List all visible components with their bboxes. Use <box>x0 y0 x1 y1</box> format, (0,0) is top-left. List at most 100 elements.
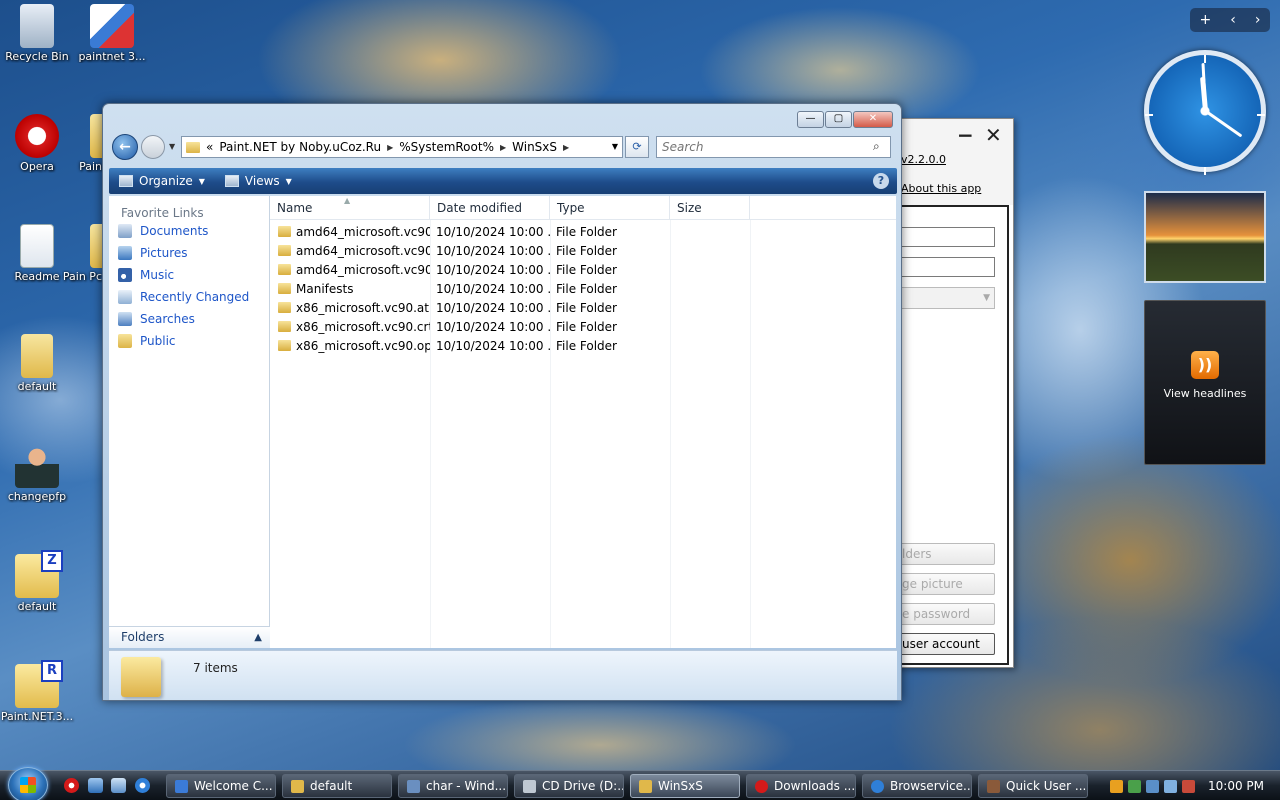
document-icon <box>20 224 54 268</box>
version-link[interactable]: v2.2.0.0 <box>901 153 946 166</box>
desktop-icon-paint-pc-partial[interactable]: Pain Pc <box>62 224 110 283</box>
zip-folder-icon: Z <box>15 550 63 598</box>
start-button[interactable] <box>8 767 48 800</box>
desktop-icon-recycle-bin[interactable]: Recycle Bin <box>0 4 77 63</box>
taskbar-button-char[interactable]: char - Wind... <box>398 774 508 798</box>
fullname-field[interactable] <box>893 257 995 277</box>
taskbar-button-welcome[interactable]: Welcome C... <box>166 774 276 798</box>
address-bar[interactable]: « Paint.NET by Noby.uCoz.Ru ▶ %SystemRoo… <box>181 136 623 158</box>
clock-time[interactable]: 10:00 PM <box>1208 779 1264 793</box>
taskbar-button-cd-drive[interactable]: CD Drive (D:... <box>514 774 624 798</box>
breadcrumb-separator-icon[interactable]: ▶ <box>387 143 393 152</box>
forward-button[interactable] <box>141 135 165 159</box>
recent-pages-dropdown[interactable]: ▼ <box>169 142 175 151</box>
file-row[interactable]: amd64_microsoft.vc90... 10/10/2024 10:00 … <box>270 260 896 279</box>
next-gadget-button[interactable]: › <box>1255 12 1261 28</box>
username-field[interactable] <box>893 227 995 247</box>
nav-link-public[interactable]: Public <box>109 330 269 352</box>
desktop-icon-paint-partial[interactable]: Pain <box>62 114 110 173</box>
help-button[interactable]: ? <box>873 173 889 189</box>
pictures-icon <box>118 246 132 260</box>
show-desktop-icon[interactable] <box>88 778 103 793</box>
dialog-header: − ✕ v2.2.0.0 About this app <box>893 119 1013 205</box>
about-link[interactable]: About this app <box>901 182 981 195</box>
nav-link-pictures[interactable]: Pictures <box>109 242 269 264</box>
folder-icon <box>278 245 291 256</box>
desktop-icon-changepfp[interactable]: changepfp <box>0 444 77 503</box>
nav-link-music[interactable]: Music <box>109 264 269 286</box>
address-dropdown-icon[interactable]: ▼ <box>612 142 618 151</box>
column-type[interactable]: Type <box>550 196 670 220</box>
desktop-icon-paintnet[interactable]: paintnet 3... <box>72 4 152 63</box>
desktop-icon-paintnet-installer[interactable]: R Paint.NET.3... <box>0 660 77 723</box>
rss-icon: )) <box>1191 351 1219 379</box>
column-name[interactable]: ▲ Name <box>270 196 430 220</box>
nav-link-documents[interactable]: Documents <box>109 220 269 242</box>
minimize-button[interactable]: — <box>797 111 824 128</box>
folders-toggle[interactable]: Folders ▲ <box>109 626 270 648</box>
address-overflow[interactable]: « <box>206 140 213 154</box>
taskbar-button-winsxs[interactable]: WinSxS <box>630 774 740 798</box>
security-shield-icon[interactable] <box>1110 779 1123 793</box>
file-rows: amd64_microsoft.vc90... 10/10/2024 10:00 … <box>270 222 896 355</box>
system-tray: 10:00 PM <box>1110 775 1280 797</box>
taskbar-button-browservice[interactable]: Browservice... <box>862 774 972 798</box>
views-icon <box>224 175 239 187</box>
folders-button[interactable]: lders <box>893 543 995 565</box>
file-row[interactable]: amd64_microsoft.vc90... 10/10/2024 10:00 … <box>270 241 896 260</box>
desktop-icon-default-z[interactable]: Z default <box>0 550 77 613</box>
maximize-button[interactable]: ▢ <box>825 111 852 128</box>
close-button[interactable]: ✕ <box>853 111 893 128</box>
desktop-icon-default[interactable]: default <box>0 334 77 393</box>
breadcrumb-paintnet[interactable]: Paint.NET by Noby.uCoz.Ru <box>219 140 381 154</box>
taskbar-button-quick-user[interactable]: Quick User ... <box>978 774 1088 798</box>
nav-link-recently-changed[interactable]: Recently Changed <box>109 286 269 308</box>
previous-gadget-button[interactable]: ‹ <box>1230 12 1236 28</box>
taskbar-button-downloads[interactable]: Downloads ... <box>746 774 856 798</box>
file-row[interactable]: amd64_microsoft.vc90... 10/10/2024 10:00 … <box>270 222 896 241</box>
breadcrumb-systemroot[interactable]: %SystemRoot% <box>399 140 494 154</box>
add-gadget-button[interactable]: + <box>1200 12 1212 28</box>
file-row[interactable]: Manifests 10/10/2024 10:00 ... File Folder <box>270 279 896 298</box>
breadcrumb-separator-icon[interactable]: ▶ <box>563 143 569 152</box>
views-button[interactable]: Views ▼ <box>215 174 302 188</box>
breadcrumb-separator-icon[interactable]: ▶ <box>500 143 506 152</box>
volume-muted-icon[interactable] <box>1182 779 1195 793</box>
refresh-button[interactable]: ⟳ <box>625 136 649 158</box>
file-row[interactable]: x86_microsoft.vc90.atl_...10/10/2024 10:… <box>270 298 896 317</box>
file-list: ▲ Name Date modified Type Size amd64_micr… <box>270 196 896 648</box>
switch-windows-icon[interactable] <box>111 778 126 793</box>
internet-explorer-icon[interactable] <box>135 778 150 793</box>
column-size[interactable]: Size <box>670 196 750 220</box>
clock-tick <box>1145 114 1153 116</box>
sort-ascending-icon: ▲ <box>344 196 351 205</box>
update-icon[interactable] <box>1128 779 1141 793</box>
folder-icon <box>639 779 652 793</box>
dialog-minimize-button[interactable]: − <box>957 123 974 147</box>
dialog-close-button[interactable]: ✕ <box>985 123 1002 147</box>
user-account-button[interactable]: user account <box>893 633 995 655</box>
column-date-modified[interactable]: Date modified <box>430 196 550 220</box>
taskbar-button-default[interactable]: default <box>282 774 392 798</box>
search-input[interactable] <box>656 136 891 158</box>
change-password-button[interactable]: e password <box>893 603 995 625</box>
opera-quicklaunch-icon[interactable] <box>64 778 79 793</box>
search-icon[interactable]: ⌕ <box>873 139 880 154</box>
file-row[interactable]: x86_microsoft.vc90.op... 10/10/2024 10:00… <box>270 336 896 355</box>
file-row[interactable]: x86_microsoft.vc90.crt....10/10/2024 10:… <box>270 317 896 336</box>
nav-link-searches[interactable]: Searches <box>109 308 269 330</box>
clock-tick <box>1204 167 1206 175</box>
clock-gadget[interactable] <box>1144 50 1266 175</box>
favorite-links-header: Favorite Links <box>121 206 204 220</box>
chevron-down-icon: ▼ <box>285 176 292 186</box>
feed-headlines-gadget[interactable]: )) View headlines <box>1144 300 1266 465</box>
back-button[interactable]: ← <box>112 134 138 160</box>
change-picture-button[interactable]: ge picture <box>893 573 995 595</box>
tray-app-icon[interactable] <box>1146 779 1159 793</box>
account-type-select[interactable]: ▼ <box>893 287 995 309</box>
network-icon[interactable] <box>1164 779 1177 793</box>
folder-icon <box>186 141 200 153</box>
breadcrumb-winsxs[interactable]: WinSxS <box>512 140 557 154</box>
slideshow-gadget[interactable] <box>1144 191 1266 283</box>
organize-button[interactable]: Organize ▼ <box>109 174 215 188</box>
